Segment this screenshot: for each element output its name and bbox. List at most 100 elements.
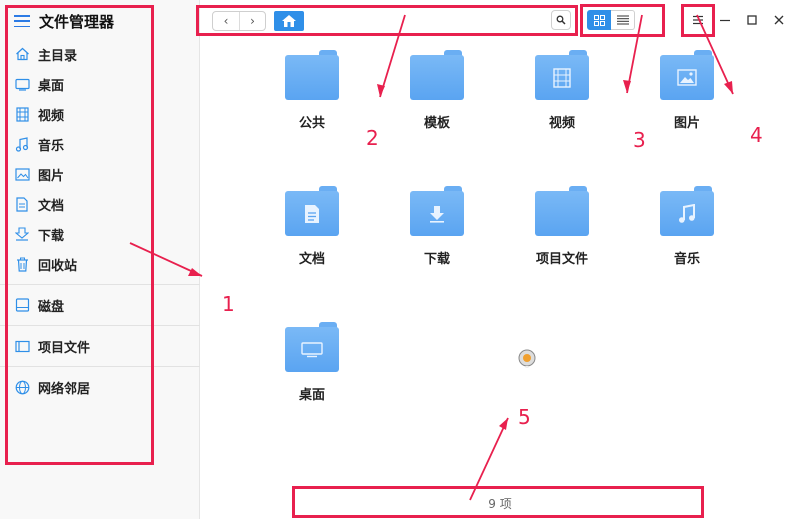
- maximize-button[interactable]: [739, 8, 765, 32]
- file-item-desktop[interactable]: 桌面: [262, 322, 362, 417]
- sidebar-item-home[interactable]: 主目录: [14, 43, 77, 65]
- sidebar-item-music[interactable]: 音乐: [14, 133, 64, 155]
- folder-icon: [410, 50, 464, 100]
- sidebar-divider: [0, 325, 200, 326]
- sidebar: 文件管理器 主目录 桌面 视频 音乐 图片 文档 下载 回收站 磁盘 项目文件 …: [0, 0, 200, 519]
- file-item-public[interactable]: 公共: [262, 50, 362, 145]
- trash-icon: [14, 256, 30, 272]
- sidebar-item-project[interactable]: 项目文件: [14, 335, 90, 357]
- sidebar-item-label: 桌面: [38, 78, 65, 94]
- sidebar-item-label: 视频: [38, 108, 65, 124]
- file-manager-window: 文件管理器 主目录 桌面 视频 音乐 图片 文档 下载 回收站 磁盘 项目文件 …: [0, 0, 800, 519]
- file-name: 下载: [423, 252, 450, 267]
- app-title-label: 文件管理器: [39, 12, 115, 31]
- address-bar[interactable]: [340, 10, 570, 32]
- sidebar-item-downloads[interactable]: 下载: [14, 223, 64, 245]
- sidebar-divider: [0, 366, 200, 367]
- download-folder-icon: [410, 186, 464, 236]
- busy-cursor-icon: [517, 348, 537, 388]
- file-item-pictures[interactable]: 图片: [637, 50, 737, 145]
- annotation-label-5: 5: [518, 405, 531, 429]
- status-bar: 9 项: [200, 488, 800, 519]
- folder-icon: [285, 50, 339, 100]
- history-buttons: ‹ ›: [212, 11, 266, 31]
- document-folder-icon: [285, 186, 339, 236]
- list-icon: [616, 15, 629, 25]
- music-folder-icon: [660, 186, 714, 236]
- project-icon: [14, 338, 30, 354]
- hamburger-menu-icon: [693, 15, 703, 25]
- close-icon: [774, 15, 784, 25]
- video-folder-icon: [535, 50, 589, 100]
- music-icon: [14, 136, 30, 152]
- video-icon: [14, 106, 30, 122]
- file-item-music[interactable]: 音乐: [637, 186, 737, 281]
- sidebar-item-video[interactable]: 视频: [14, 103, 64, 125]
- document-icon: [14, 196, 30, 212]
- sidebar-item-trash[interactable]: 回收站: [14, 253, 77, 275]
- back-button[interactable]: ‹: [213, 12, 239, 30]
- desktop-icon: [14, 76, 30, 92]
- folder-icon: [535, 186, 589, 236]
- annotation-label-1: 1: [222, 292, 235, 316]
- forward-icon: ›: [250, 14, 255, 28]
- file-name: 模板: [423, 116, 450, 131]
- close-button[interactable]: [766, 8, 792, 32]
- icon-view-button[interactable]: [587, 10, 611, 30]
- sidebar-item-label: 下载: [38, 228, 65, 244]
- annotation-label-3: 3: [633, 128, 646, 152]
- item-count: 9 项: [488, 497, 512, 511]
- grid-icon: [593, 14, 605, 26]
- picture-folder-icon: [660, 50, 714, 100]
- list-view-button[interactable]: [611, 10, 635, 30]
- home-icon: [282, 15, 296, 27]
- sidebar-item-desktop[interactable]: 桌面: [14, 73, 64, 95]
- sidebar-item-disk[interactable]: 磁盘: [14, 294, 64, 316]
- network-icon: [14, 379, 30, 395]
- main-menu-button[interactable]: [685, 8, 711, 32]
- view-mode-toggle: [587, 10, 635, 30]
- sidebar-item-label: 主目录: [38, 48, 78, 64]
- file-name: 音乐: [673, 252, 700, 267]
- sidebar-item-label: 图片: [38, 168, 65, 184]
- file-name: 项目文件: [535, 252, 588, 267]
- annotation-label-4: 4: [750, 123, 763, 147]
- file-item-videos[interactable]: 视频: [512, 50, 612, 145]
- file-item-documents[interactable]: 文档: [262, 186, 362, 281]
- app-title: 文件管理器: [14, 10, 114, 32]
- sidebar-item-label: 文档: [38, 198, 65, 214]
- sidebar-item-label: 音乐: [38, 138, 65, 154]
- annotation-label-2: 2: [366, 126, 379, 150]
- desktop-folder-icon: [285, 322, 339, 372]
- sidebar-item-documents[interactable]: 文档: [14, 193, 64, 215]
- sidebar-divider: [0, 284, 200, 285]
- search-button[interactable]: [551, 10, 571, 30]
- sidebar-menu-icon: [14, 15, 30, 27]
- sidebar-item-label: 网络邻居: [38, 381, 91, 397]
- file-name: 图片: [673, 116, 700, 131]
- navigation-group: ‹ ›: [212, 10, 304, 32]
- file-name: 视频: [548, 116, 575, 131]
- search-icon: [556, 15, 566, 25]
- sidebar-item-label: 回收站: [38, 258, 78, 274]
- download-icon: [14, 226, 30, 242]
- minimize-icon: [720, 19, 730, 22]
- maximize-icon: [747, 15, 757, 25]
- forward-button[interactable]: ›: [239, 12, 265, 30]
- picture-icon: [14, 166, 30, 182]
- sidebar-item-label: 磁盘: [38, 299, 65, 315]
- file-item-downloads[interactable]: 下载: [387, 186, 487, 281]
- sidebar-item-label: 项目文件: [38, 340, 91, 356]
- file-item-templates[interactable]: 模板: [387, 50, 487, 145]
- minimize-button[interactable]: [712, 8, 738, 32]
- file-name: 文档: [298, 252, 325, 267]
- sidebar-item-pictures[interactable]: 图片: [14, 163, 64, 185]
- disk-icon: [14, 297, 30, 313]
- back-icon: ‹: [223, 14, 229, 28]
- file-item-project-files[interactable]: 项目文件: [512, 186, 612, 281]
- home-icon: [14, 46, 30, 62]
- file-name: 公共: [298, 116, 325, 131]
- sidebar-item-network[interactable]: 网络邻居: [14, 376, 90, 398]
- breadcrumb-home[interactable]: [274, 11, 304, 31]
- file-name: 桌面: [298, 388, 325, 403]
